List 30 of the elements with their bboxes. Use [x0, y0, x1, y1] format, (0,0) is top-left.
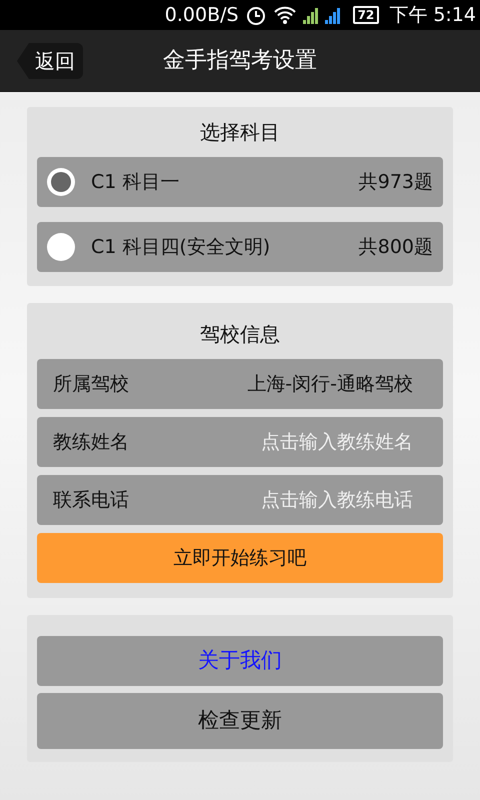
input-field[interactable]: 点击输入教练电话 — [183, 480, 433, 520]
signal-icon — [324, 6, 341, 24]
menu-button[interactable]: 检查更新 — [37, 693, 443, 749]
battery-level: 72 — [352, 6, 380, 24]
subject-option[interactable]: C1 科目四(安全文明) 共800题 — [37, 222, 443, 272]
clock-time: 下午 5:14 — [389, 2, 476, 28]
section-title: 选择科目 — [199, 119, 281, 146]
alarm-clock-icon — [244, 4, 267, 26]
input-field[interactable]: 点击输入教练姓名 — [183, 422, 433, 462]
subject-option[interactable]: C1 科目一 共973题 — [37, 157, 443, 207]
wifi-icon — [272, 5, 297, 25]
radio-button[interactable] — [47, 168, 75, 196]
section-title: 驾校信息 — [199, 321, 281, 348]
start-practice-button[interactable]: 立即开始练习吧 — [37, 533, 443, 583]
field-label: 联系电话 — [53, 488, 130, 513]
subject-label: C1 科目一 — [91, 170, 180, 195]
question-count: 共800题 — [358, 234, 433, 260]
input-field[interactable]: 上海-闵行-通略驾校 — [183, 364, 433, 404]
screen-title: 金手指驾考设置 — [163, 47, 317, 75]
field-label: 所属驾校 — [53, 372, 130, 397]
signal-icon — [302, 6, 319, 24]
form-field[interactable]: 联系电话 点击输入教练电话 — [37, 475, 443, 525]
network-speed: 0.00B/S — [164, 2, 239, 28]
back-button[interactable]: 返回 — [17, 43, 83, 79]
field-label: 教练姓名 — [53, 430, 130, 455]
form-field[interactable]: 所属驾校 上海-闵行-通略驾校 — [37, 359, 443, 409]
radio-button[interactable] — [47, 233, 75, 261]
question-count: 共973题 — [358, 170, 433, 195]
subject-label: C1 科目四(安全文明) — [91, 234, 272, 260]
form-field[interactable]: 教练姓名 点击输入教练姓名 — [37, 417, 443, 467]
